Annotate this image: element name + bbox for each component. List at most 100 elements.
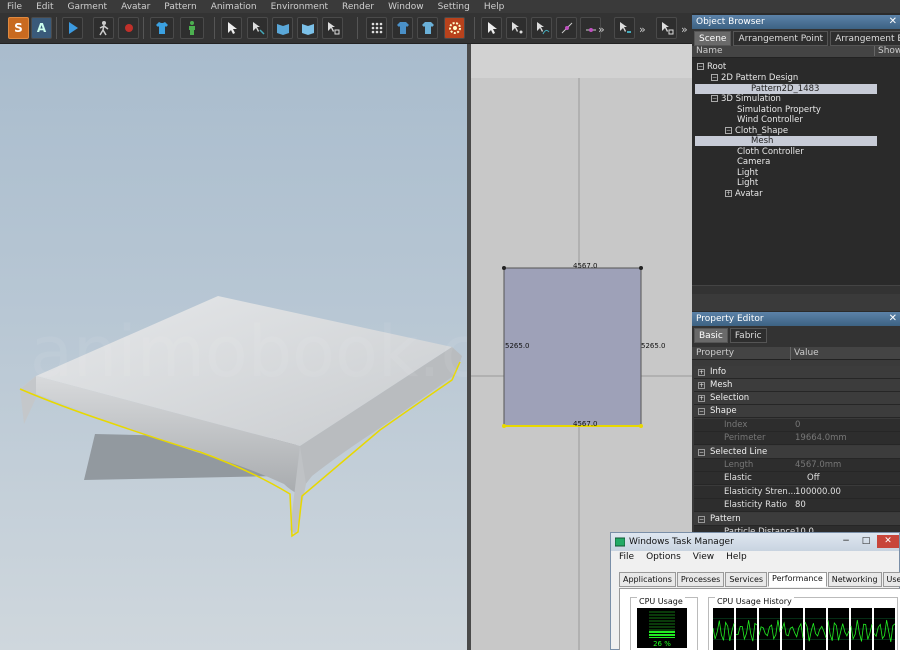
scene-tree: − Root −2D Pattern Design Pattern2D_1483 … xyxy=(692,58,900,294)
menu-file[interactable]: File xyxy=(619,551,634,564)
tree-node-cloth-shape[interactable]: − Cloth_Shape xyxy=(725,126,788,136)
2d-add-point-button[interactable] xyxy=(556,17,577,39)
play-icon xyxy=(68,22,78,34)
toolbar-overflow-1[interactable]: » xyxy=(598,23,605,36)
menu-setting[interactable]: Setting xyxy=(431,2,477,12)
sewing-icon xyxy=(619,22,631,33)
tab-processes[interactable]: Processes xyxy=(676,572,725,587)
tree-node-3d-simulation[interactable]: −3D Simulation xyxy=(711,94,781,104)
tree-node-camera[interactable]: Camera xyxy=(737,157,770,167)
toolbar-overflow-3[interactable]: » xyxy=(681,23,688,36)
tree-node-cloth-controller[interactable]: Cloth Controller xyxy=(737,147,804,157)
close-icon[interactable]: ✕ xyxy=(889,312,897,326)
add-point-icon xyxy=(561,22,572,34)
tab-fabric[interactable]: Fabric xyxy=(729,328,767,343)
menu-window[interactable]: Window xyxy=(381,2,431,12)
arrow-cursor-icon xyxy=(487,22,497,34)
tab-users[interactable]: Users xyxy=(882,572,900,587)
fold-tool-button[interactable] xyxy=(272,17,293,39)
transform-icon xyxy=(252,22,265,35)
avatar-button[interactable] xyxy=(180,17,204,39)
record-icon xyxy=(124,24,133,32)
tree-node-wind-controller[interactable]: Wind Controller xyxy=(737,115,803,125)
object-browser-panel: Object Browser ✕ Scene Arrangement Point … xyxy=(692,15,900,311)
menu-options[interactable]: Options xyxy=(646,551,681,564)
tab-applications[interactable]: Applications xyxy=(619,572,676,587)
tab-services[interactable]: Services xyxy=(725,572,768,587)
tree-node-pattern2d[interactable]: Pattern2D_1483 xyxy=(695,84,877,94)
transform-tool-button[interactable] xyxy=(247,17,268,39)
simulation-mode-button[interactable]: S xyxy=(8,17,29,39)
2d-sewing-button[interactable] xyxy=(614,17,635,39)
tab-scene[interactable]: Scene xyxy=(694,31,732,46)
prop-row-elasticity-ratio[interactable]: Elasticity Ratio 80 xyxy=(694,499,900,512)
animation-mode-button[interactable]: A xyxy=(31,17,52,39)
avatar-view-button[interactable] xyxy=(417,17,438,39)
tree-node-2d-pattern-design[interactable]: −2D Pattern Design xyxy=(711,73,798,83)
tree-node-root[interactable]: − Root xyxy=(697,62,726,72)
points-button[interactable] xyxy=(366,17,387,39)
menu-pattern[interactable]: Pattern xyxy=(157,2,203,12)
menu-animation[interactable]: Animation xyxy=(204,2,264,12)
tree-node-light-1[interactable]: Light xyxy=(737,168,758,178)
menu-view[interactable]: View xyxy=(693,551,714,564)
svg-text:animobook.com: animobook.com xyxy=(30,311,467,393)
maximize-button[interactable]: □ xyxy=(855,535,877,548)
minimize-button[interactable]: − xyxy=(835,535,857,548)
prop-group-selection[interactable]: + Selection xyxy=(694,392,900,405)
menu-garment[interactable]: Garment xyxy=(61,2,115,12)
object-browser-title: Object Browser ✕ xyxy=(692,15,900,29)
menu-edit[interactable]: Edit xyxy=(29,2,60,12)
prop-row-elasticity-strength[interactable]: Elasticity Stren... 100000.00 xyxy=(694,486,900,499)
settings-button[interactable] xyxy=(444,17,465,39)
pattern-right-length: 5265.0 xyxy=(641,342,666,350)
prop-group-mesh[interactable]: + Mesh xyxy=(694,379,900,392)
2d-edit-curve-button[interactable] xyxy=(531,17,552,39)
prop-group-selected-line[interactable]: − Selected Line xyxy=(694,446,900,459)
tree-node-mesh[interactable]: Mesh xyxy=(695,136,877,146)
pin-tool-button[interactable] xyxy=(322,17,343,39)
2d-select-button[interactable] xyxy=(481,17,502,39)
play-button[interactable] xyxy=(62,17,83,39)
tree-horizontal-scrollbar[interactable] xyxy=(692,285,900,294)
menu-avatar[interactable]: Avatar xyxy=(114,2,157,12)
prop-row-perimeter: Perimeter 19664.0mm xyxy=(694,432,900,445)
cpu-usage-percent: 26 % xyxy=(653,640,671,648)
close-button[interactable]: ✕ xyxy=(877,535,899,548)
2d-edit-point-button[interactable] xyxy=(506,17,527,39)
3d-viewport[interactable]: animobook.com xyxy=(0,44,467,650)
cpu-history-group: CPU Usage History xyxy=(708,597,898,650)
task-manager-titlebar[interactable]: Windows Task Manager − □ ✕ xyxy=(611,533,899,551)
prop-row-elastic[interactable]: Elastic Off xyxy=(694,472,900,485)
garment-view-icon xyxy=(396,22,409,34)
prop-group-info[interactable]: + Info xyxy=(694,366,900,379)
tab-networking[interactable]: Networking xyxy=(827,572,882,587)
select-tool-button[interactable] xyxy=(221,17,242,39)
toolbar-overflow-2[interactable]: » xyxy=(639,23,646,36)
garment-button[interactable] xyxy=(150,17,174,39)
tree-node-avatar[interactable]: + Avatar xyxy=(725,189,763,199)
tree-node-light-2[interactable]: Light xyxy=(737,178,758,188)
prop-group-pattern[interactable]: − Pattern xyxy=(694,513,900,526)
menu-file[interactable]: File xyxy=(0,2,29,12)
tab-basic[interactable]: Basic xyxy=(694,328,728,343)
flatten-tool-button[interactable] xyxy=(297,17,318,39)
close-icon[interactable]: ✕ xyxy=(889,15,897,29)
prop-group-shape[interactable]: − Shape xyxy=(694,405,900,418)
tab-performance[interactable]: Performance xyxy=(768,572,827,587)
tree-node-simulation-property[interactable]: Simulation Property xyxy=(737,105,821,115)
task-manager-window[interactable]: Windows Task Manager − □ ✕ File Options … xyxy=(610,532,900,650)
menu-environment[interactable]: Environment xyxy=(264,2,335,12)
menu-help[interactable]: Help xyxy=(726,551,747,564)
menu-help[interactable]: Help xyxy=(477,2,512,12)
tab-arrangement-bv[interactable]: Arrangement BV xyxy=(830,31,900,46)
walk-button[interactable] xyxy=(93,17,114,39)
pin-icon xyxy=(327,22,339,35)
2d-segment-button[interactable] xyxy=(656,17,677,39)
menu-render[interactable]: Render xyxy=(335,2,381,12)
tab-arrangement-point[interactable]: Arrangement Point xyxy=(733,31,829,46)
record-button[interactable] xyxy=(118,17,139,39)
prop-row-length: Length 4567.0mm xyxy=(694,459,900,472)
edit-point-icon xyxy=(511,22,522,34)
garment-view-button[interactable] xyxy=(392,17,413,39)
